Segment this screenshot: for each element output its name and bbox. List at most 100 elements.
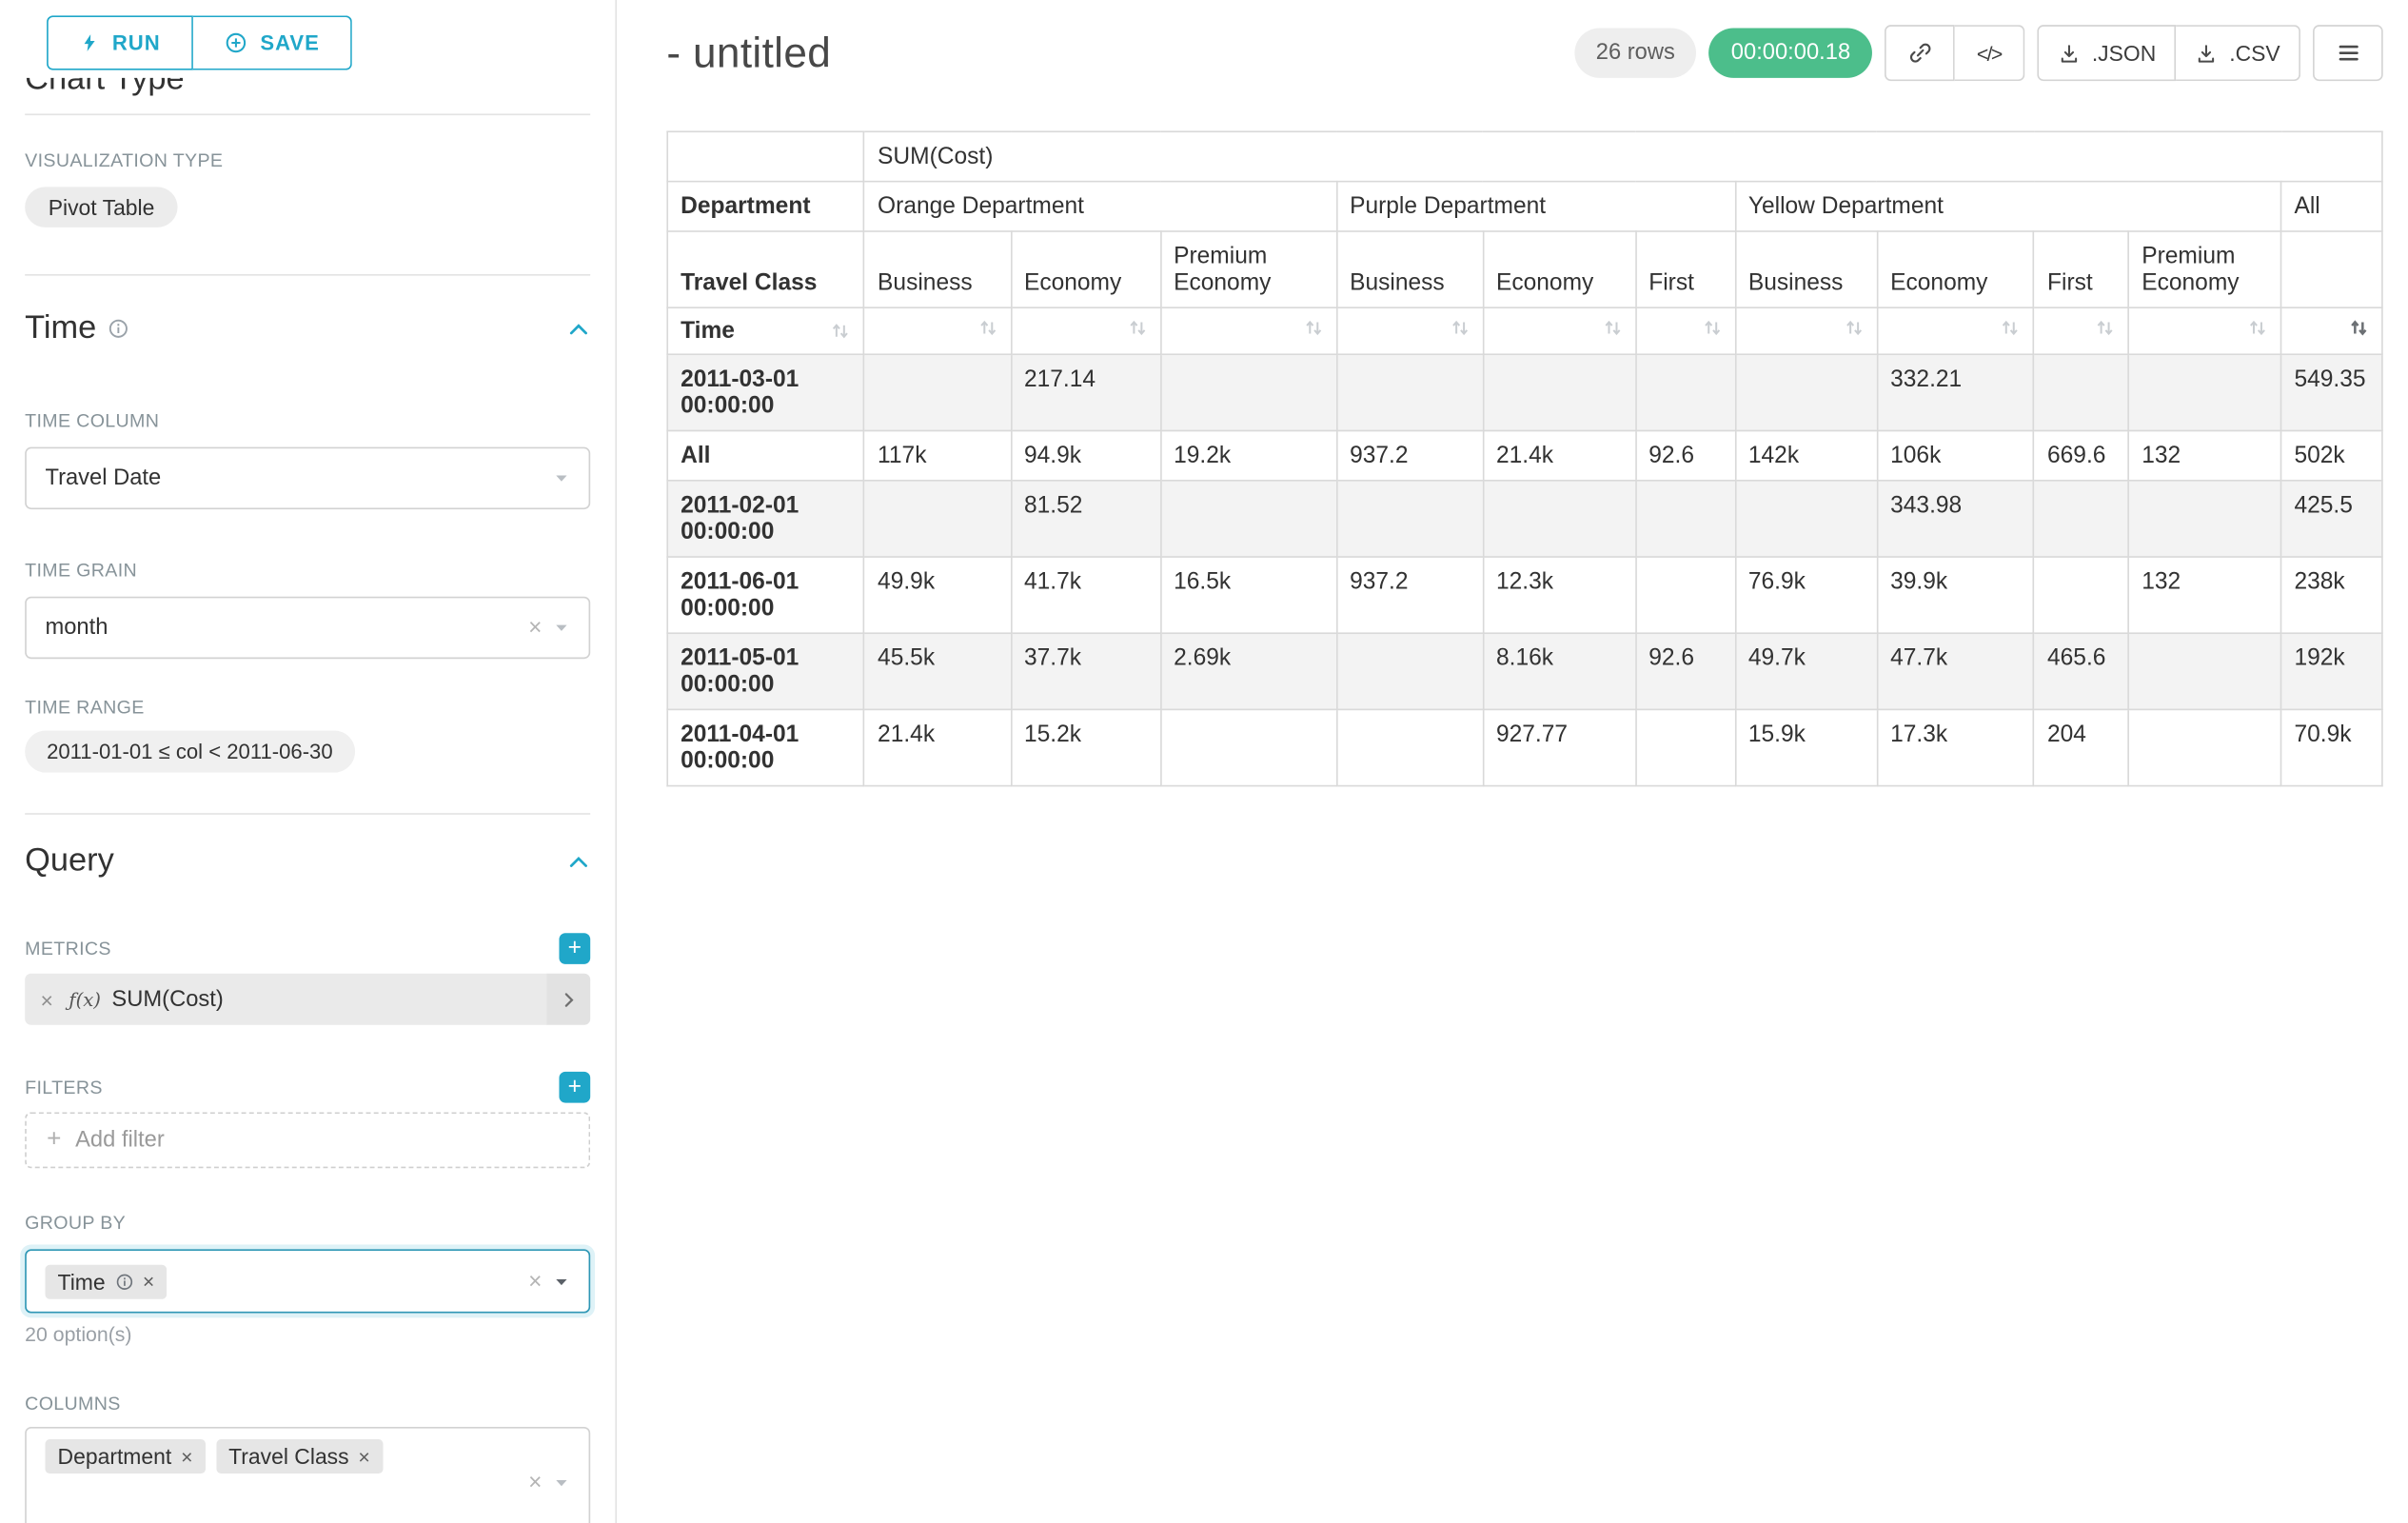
pivot-col-group-header: All: [2281, 182, 2382, 231]
run-button[interactable]: RUN: [47, 15, 193, 69]
columns-tag[interactable]: Travel Class ×: [216, 1439, 383, 1474]
pivot-col-dimension: Department: [667, 182, 864, 231]
pivot-sort-cell[interactable]: [1160, 307, 1336, 354]
sort-icon[interactable]: [977, 318, 997, 338]
remove-tag-icon[interactable]: ×: [181, 1445, 192, 1469]
sort-icon[interactable]: [1702, 318, 1722, 338]
columns-label: COLUMNS: [25, 1393, 590, 1414]
plus-circle-icon: [225, 31, 248, 55]
remove-metric-icon[interactable]: ×: [25, 987, 69, 1012]
pivot-sort-cell[interactable]: [2034, 307, 2128, 354]
pivot-cell: 502k: [2281, 430, 2382, 480]
sort-icon[interactable]: [2001, 318, 2021, 338]
group-by-select[interactable]: Time × ×: [25, 1249, 590, 1313]
clear-icon[interactable]: ×: [528, 1469, 542, 1495]
pivot-cell: 132: [2128, 557, 2280, 633]
clear-icon[interactable]: ×: [528, 1268, 542, 1295]
code-icon: </>: [1977, 41, 2002, 65]
pivot-sort-cell[interactable]: [1735, 307, 1877, 354]
pivot-cell: [1336, 481, 1483, 557]
metrics-label: METRICS: [25, 938, 111, 959]
pivot-sort-cell[interactable]: [1877, 307, 2034, 354]
remove-tag-icon[interactable]: ×: [143, 1270, 154, 1294]
pivot-col-header: Economy: [1877, 231, 2034, 307]
pivot-cell: [864, 354, 1011, 430]
chevron-up-icon[interactable]: [567, 850, 591, 874]
caret-down-icon[interactable]: [553, 469, 570, 486]
clear-icon[interactable]: ×: [528, 615, 542, 642]
pivot-cell: 45.5k: [864, 633, 1011, 709]
pivot-cell: [2034, 557, 2128, 633]
remove-tag-icon[interactable]: ×: [358, 1445, 369, 1469]
export-csv-button[interactable]: .CSV: [2177, 25, 2300, 81]
pivot-sort-cell[interactable]: [1635, 307, 1735, 354]
add-filter-plus-button[interactable]: +: [559, 1072, 590, 1103]
time-column-value: Travel Date: [45, 465, 161, 490]
sort-icon[interactable]: [2247, 318, 2267, 338]
pivot-sort-cell[interactable]: [2128, 307, 2280, 354]
run-save-group: RUN SAVE: [47, 15, 590, 69]
pivot-table: SUM(Cost)DepartmentOrange DepartmentPurp…: [666, 130, 2382, 786]
pivot-col-header: Premium Economy: [2128, 231, 2280, 307]
sort-icon[interactable]: [2095, 318, 2115, 338]
pivot-cell: 49.9k: [864, 557, 1011, 633]
sort-icon[interactable]: [831, 321, 851, 341]
pivot-row-dimension[interactable]: Time: [667, 307, 864, 354]
sort-icon[interactable]: [1602, 318, 1622, 338]
chevron-right-icon[interactable]: [546, 974, 590, 1025]
metric-label: SUM(Cost): [111, 987, 223, 1012]
pivot-sort-cell[interactable]: [864, 307, 1011, 354]
sort-icon[interactable]: [1844, 318, 1864, 338]
pivot-data-row: 2011-02-01 00:00:0081.52343.98425.5: [667, 481, 2382, 557]
save-button[interactable]: SAVE: [193, 15, 352, 69]
metric-item[interactable]: × ƒ(x) SUM(Cost): [25, 974, 590, 1025]
chevron-up-icon[interactable]: [567, 317, 591, 341]
viz-type-pill[interactable]: Pivot Table: [25, 187, 178, 227]
chart-title[interactable]: - untitled: [666, 29, 831, 77]
add-metric-button[interactable]: +: [559, 933, 590, 964]
caret-down-icon[interactable]: [553, 1474, 570, 1491]
info-icon: [108, 318, 129, 340]
time-column-select[interactable]: Travel Date: [25, 447, 590, 509]
embed-code-button[interactable]: </>: [1955, 25, 2025, 81]
add-filter-button[interactable]: + Add filter: [25, 1112, 590, 1168]
time-range-pill[interactable]: 2011-01-01 ≤ col < 2011-06-30: [25, 730, 354, 772]
group-by-tag[interactable]: Time ×: [45, 1264, 167, 1298]
copy-link-button[interactable]: [1885, 25, 1955, 81]
sort-icon[interactable]: [2349, 318, 2369, 338]
pivot-cell: 927.77: [1483, 709, 1635, 785]
sort-icon[interactable]: [1450, 318, 1470, 338]
pivot-sort-cell[interactable]: [1483, 307, 1635, 354]
download-icon: [2058, 41, 2082, 65]
time-grain-select[interactable]: month ×: [25, 597, 590, 659]
sort-icon[interactable]: [1127, 318, 1147, 338]
pivot-cell: [1160, 354, 1336, 430]
time-column-label: TIME COLUMN: [25, 409, 590, 431]
pivot-sort-cell[interactable]: [1336, 307, 1483, 354]
pivot-cell: 8.16k: [1483, 633, 1635, 709]
pivot-sort-cell[interactable]: [1011, 307, 1160, 354]
pivot-cell: 669.6: [2034, 430, 2128, 480]
sort-row: Time: [667, 307, 2382, 354]
export-json-label: .JSON: [2092, 41, 2156, 66]
export-json-button[interactable]: .JSON: [2038, 25, 2177, 81]
columns-tag[interactable]: Department ×: [45, 1439, 205, 1474]
pivot-cell: [2034, 354, 2128, 430]
caret-down-icon[interactable]: [553, 619, 570, 636]
fx-icon: ƒ(x): [69, 988, 101, 1010]
pivot-cell: 49.7k: [1735, 633, 1877, 709]
columns-select[interactable]: Department × Travel Class × ×: [25, 1427, 590, 1523]
time-section-header: Time: [25, 310, 590, 347]
bolt-icon: [79, 31, 99, 55]
pivot-sort-cell[interactable]: [2281, 307, 2382, 354]
caret-down-icon[interactable]: [553, 1273, 570, 1290]
pivot-cell: [1735, 354, 1877, 430]
pivot-cell: 15.2k: [1011, 709, 1160, 785]
sort-icon[interactable]: [1303, 318, 1323, 338]
menu-button[interactable]: [2313, 25, 2383, 81]
divider: [25, 113, 590, 115]
pivot-cell: 39.9k: [1877, 557, 2034, 633]
pivot-cell: [1336, 633, 1483, 709]
pivot-data-row: 2011-06-01 00:00:0049.9k41.7k16.5k937.21…: [667, 557, 2382, 633]
download-icon: [2195, 41, 2219, 65]
